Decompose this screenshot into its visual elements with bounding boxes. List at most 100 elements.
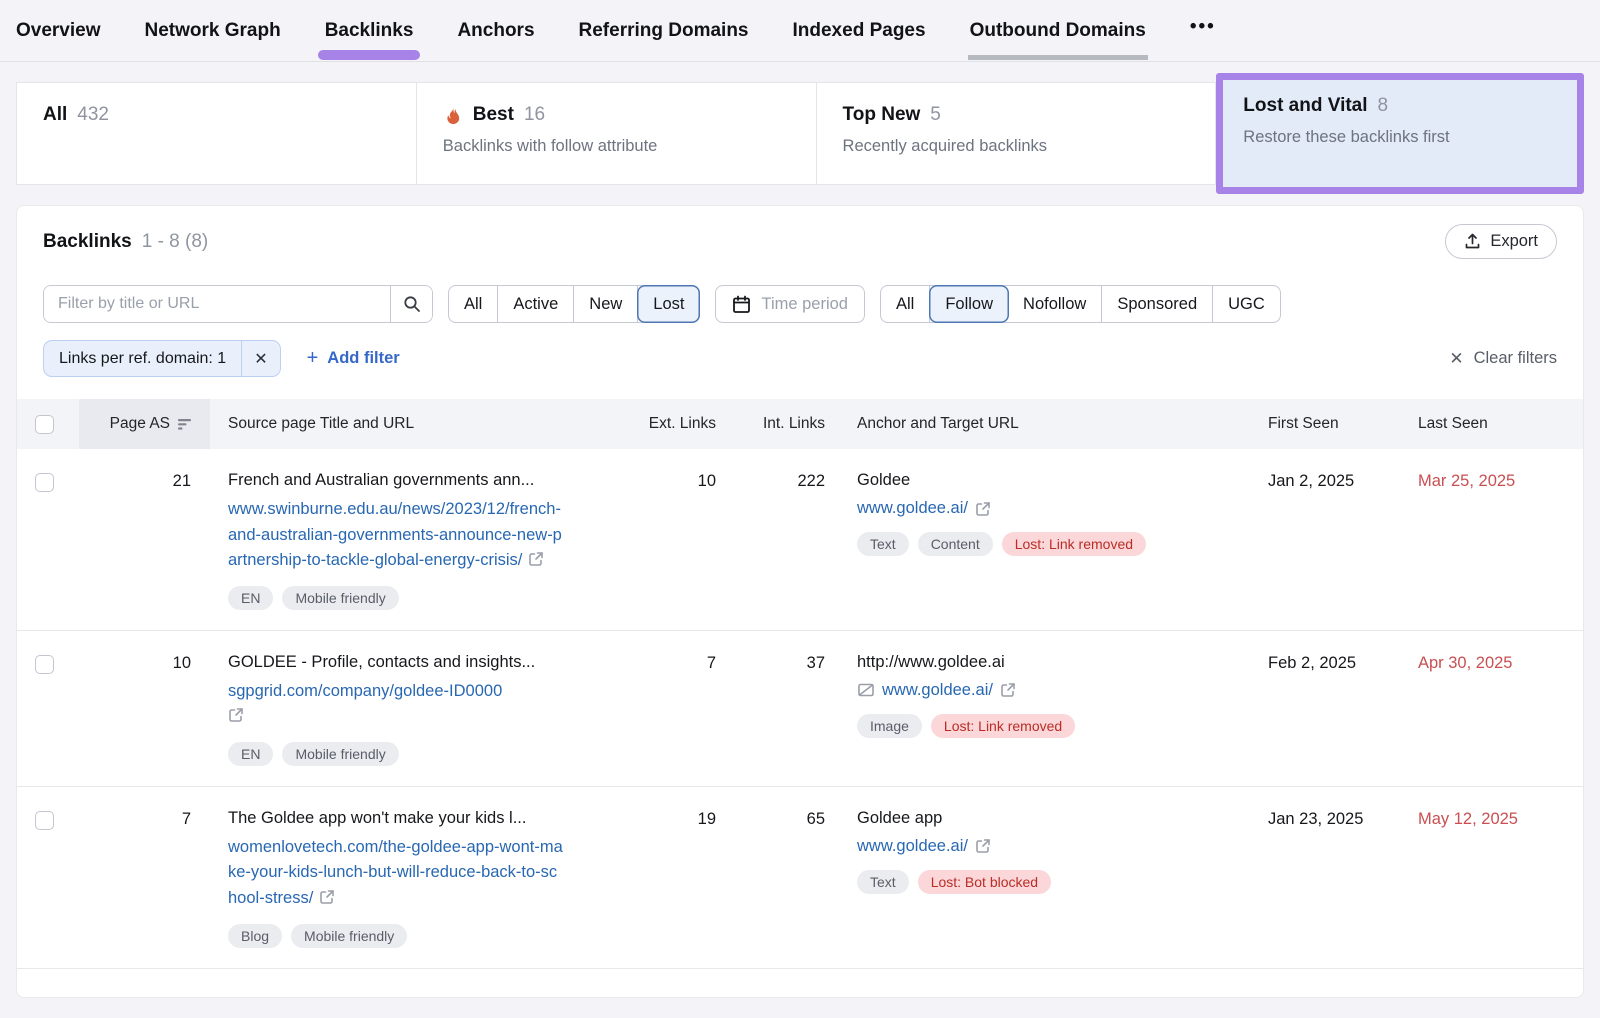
table-row: 7 The Goldee app won't make your kids l.… [17,787,1583,969]
source-tag: EN [228,742,273,766]
more-tabs-button[interactable]: ••• [1190,16,1216,46]
status-filter-all[interactable]: All [449,286,498,322]
time-period-button[interactable]: Time period [715,285,865,323]
card-all[interactable]: All 432 [17,83,417,184]
results-range: 1 - 8 (8) [142,231,209,253]
clear-filters-label: Clear filters [1474,349,1557,368]
card-best-subtitle: Backlinks with follow attribute [443,137,790,156]
tab-backlinks[interactable]: Backlinks [325,2,414,60]
filter-chip-label[interactable]: Links per ref. domain: 1 [44,350,241,368]
lost-status-badge: Lost: Bot blocked [918,870,1051,894]
search-input[interactable] [44,286,390,322]
flame-icon [443,105,463,126]
status-filter-group: All Active New Lost [448,285,700,323]
source-tag: Mobile friendly [282,586,398,610]
external-link-icon[interactable] [1000,682,1016,698]
column-header-anchor: Anchor and Target URL [825,415,1266,433]
int-links-value: 65 [716,809,825,948]
anchor-tag: Content [918,532,993,556]
search-button[interactable] [390,286,432,322]
card-lost-and-vital-subtitle: Restore these backlinks first [1243,128,1557,147]
external-link-icon[interactable] [528,551,544,567]
tab-indexed-pages[interactable]: Indexed Pages [793,2,926,60]
export-icon [1464,233,1481,250]
tab-network-graph[interactable]: Network Graph [145,2,281,60]
column-header-page-as[interactable]: Page AS [79,399,210,449]
active-tab-indicator [318,50,421,60]
lost-status-badge: Lost: Link removed [1002,532,1146,556]
card-top-new-subtitle: Recently acquired backlinks [843,137,1190,156]
panel-title: Backlinks [43,231,132,253]
row-checkbox[interactable] [35,811,54,830]
add-filter-label: Add filter [327,349,399,368]
external-link-icon[interactable] [975,838,991,854]
follow-filter-nofollow[interactable]: Nofollow [1008,286,1102,322]
lost-and-vital-highlight-annotation: Lost and Vital 8 Restore these backlinks… [1216,73,1584,194]
backlinks-table: Page AS Source page Title and URL Ext. L… [17,399,1583,969]
clear-filters-button[interactable]: ✕ Clear filters [1449,349,1557,369]
follow-filter-sponsored[interactable]: Sponsored [1102,286,1213,322]
column-header-ext-links: Ext. Links [631,415,716,433]
tab-anchors[interactable]: Anchors [457,2,534,60]
first-seen-value: Feb 2, 2025 [1266,653,1416,766]
source-tag: Blog [228,924,282,948]
anchor-tag: Image [857,714,922,738]
time-period-label: Time period [761,295,848,314]
card-lost-and-vital[interactable]: Lost and Vital 8 Restore these backlinks… [1223,80,1577,187]
add-filter-button[interactable]: + Add filter [307,347,400,370]
row-checkbox[interactable] [35,655,54,674]
ext-links-value: 10 [631,471,716,610]
source-tag: Mobile friendly [282,742,398,766]
target-url-link[interactable]: www.goldee.ai/ [857,499,968,518]
export-button[interactable]: Export [1445,224,1557,259]
column-header-int-links: Int. Links [716,415,825,433]
external-link-icon[interactable] [228,707,244,723]
external-link-icon[interactable] [975,501,991,517]
int-links-value: 222 [716,471,825,610]
last-seen-value: Mar 25, 2025 [1416,471,1583,610]
follow-filter-ugc[interactable]: UGC [1213,286,1280,322]
tab-overview[interactable]: Overview [16,2,101,60]
image-link-icon [857,682,875,698]
select-all-checkbox[interactable] [35,415,54,434]
search-icon [403,295,421,313]
source-tag: EN [228,586,273,610]
column-header-last-seen: Last Seen [1416,415,1583,433]
source-page-title: The Goldee app won't make your kids l... [228,809,631,828]
card-top-new[interactable]: Top New 5 Recently acquired backlinks [817,83,1217,184]
card-best[interactable]: Best 16 Backlinks with follow attribute [417,83,817,184]
source-page-title: French and Australian governments ann... [228,471,631,490]
source-page-url[interactable]: www.swinburne.edu.au/news/2023/12/french… [228,500,562,569]
status-filter-lost[interactable]: Lost [637,285,700,323]
anchor-tag: Text [857,870,909,894]
source-page-title: GOLDEE - Profile, contacts and insights.… [228,653,631,672]
int-links-value: 37 [716,653,825,766]
first-seen-value: Jan 2, 2025 [1266,471,1416,610]
source-page-url[interactable]: womenlovetech.com/the-goldee-app-wont-ma… [228,838,563,907]
page-as-value: 10 [79,653,210,766]
ext-links-value: 7 [631,653,716,766]
page-as-value: 7 [79,809,210,948]
status-filter-new[interactable]: New [574,286,638,322]
hovered-tab-indicator [968,55,1148,60]
follow-filter-follow[interactable]: Follow [929,285,1009,323]
anchor-text: Goldee app [857,809,1266,828]
first-seen-value: Jan 23, 2025 [1266,809,1416,948]
target-url-link[interactable]: www.goldee.ai/ [857,837,968,856]
last-seen-value: May 12, 2025 [1416,809,1583,948]
tab-outbound-domains[interactable]: Outbound Domains [970,2,1146,60]
status-filter-active[interactable]: Active [498,286,574,322]
source-tag: Mobile friendly [291,924,407,948]
table-row: 21 French and Australian governments ann… [17,449,1583,631]
filter-chip-links-per-ref-domain: Links per ref. domain: 1 ✕ [43,340,281,377]
source-page-url[interactable]: sgpgrid.com/company/goldee-ID0000 [228,682,502,700]
row-checkbox[interactable] [35,473,54,492]
follow-filter-all[interactable]: All [881,286,930,322]
tab-referring-domains[interactable]: Referring Domains [579,2,749,60]
filter-search [43,285,433,323]
card-top-new-count: 5 [930,104,941,126]
target-url-link[interactable]: www.goldee.ai/ [882,681,993,700]
external-link-icon[interactable] [319,889,335,905]
filter-chip-close-icon[interactable]: ✕ [241,341,279,376]
report-tabs-bar: Overview Network Graph Backlinks Anchors… [0,0,1600,62]
